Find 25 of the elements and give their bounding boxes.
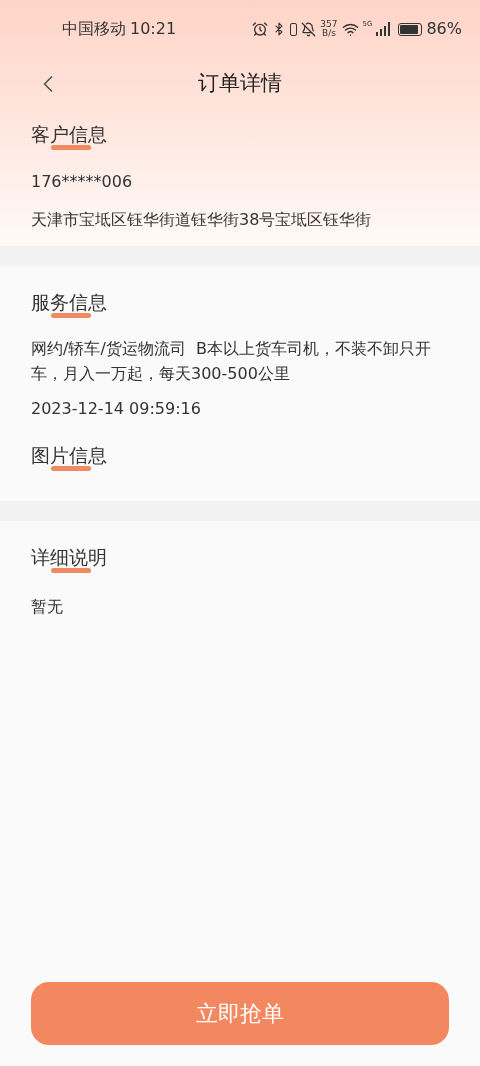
section-heading: 图片信息 bbox=[31, 445, 107, 465]
info-text: 2023-12-14 09:59:16 bbox=[31, 398, 202, 420]
info-text: 176*****006 bbox=[31, 171, 134, 193]
clock: 10:21 bbox=[130, 18, 177, 40]
carrier-label: 中国移动 bbox=[62, 18, 126, 40]
battery-percent: 86% bbox=[426, 18, 462, 40]
speed-unit: B/s bbox=[322, 29, 336, 38]
grab-order-button[interactable]: 立即抢单 bbox=[31, 982, 449, 1045]
info-text: 网约/轿车/货运物流司 B本以上货车司机，不装不卸只开车，月入一万起，每天300-500公里 bbox=[31, 338, 432, 385]
alarm-icon bbox=[252, 21, 269, 37]
heading-underline bbox=[51, 466, 91, 471]
heading-underline bbox=[51, 313, 91, 318]
info-text: 天津市宝坻区钰华街道钰华街38号宝坻区钰华街 bbox=[31, 209, 373, 231]
speed-value: 357 bbox=[320, 20, 338, 29]
heading-underline bbox=[51, 568, 91, 573]
bell-off-icon bbox=[301, 21, 317, 37]
heading-underline bbox=[51, 145, 91, 150]
info-text: 暂无 bbox=[31, 596, 64, 618]
signal-icon bbox=[376, 22, 391, 36]
battery-icon bbox=[398, 22, 423, 36]
page-title: 订单详情 bbox=[198, 70, 282, 98]
section-heading: 详细说明 bbox=[31, 547, 107, 567]
section-heading: 客户信息 bbox=[31, 124, 107, 144]
small-battery-icon bbox=[290, 22, 298, 36]
section-heading: 服务信息 bbox=[31, 292, 107, 312]
